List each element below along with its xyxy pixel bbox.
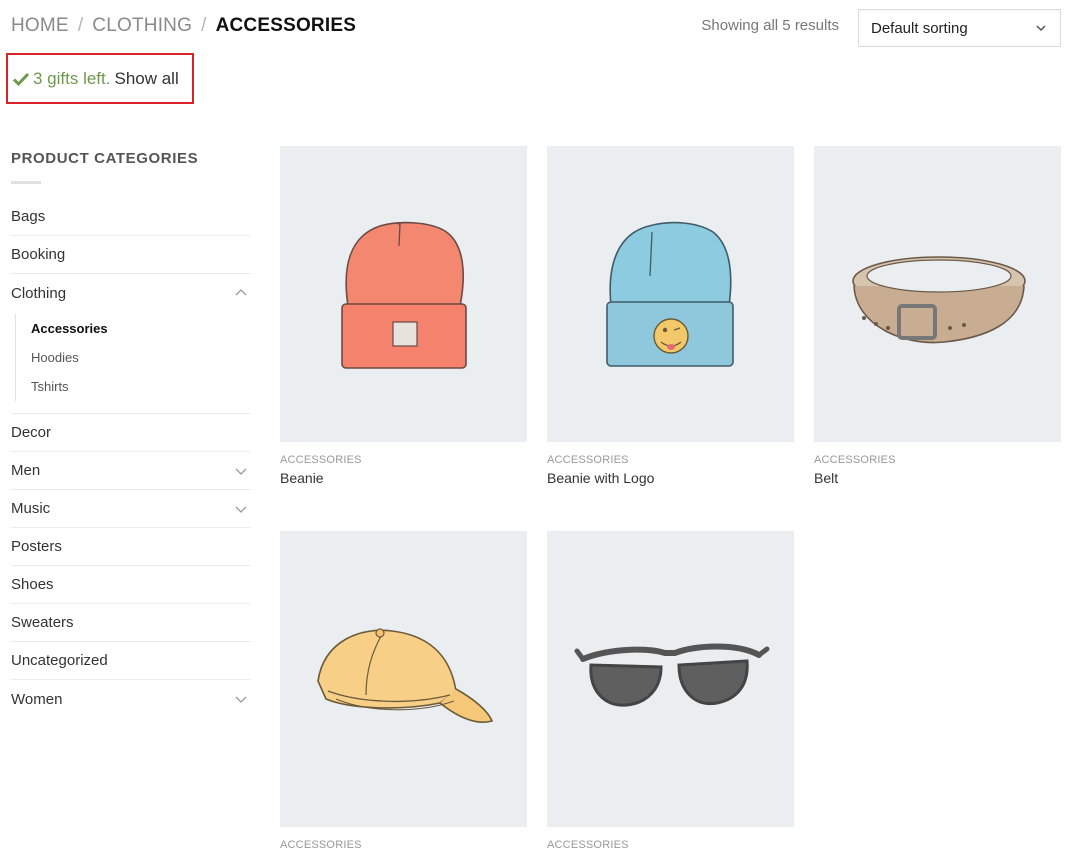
category-label: Posters	[11, 538, 62, 555]
category-label: Clothing	[11, 284, 67, 302]
category-item-women[interactable]: Women	[11, 680, 251, 718]
category-item-men[interactable]: Men	[11, 452, 251, 490]
category-item-bags[interactable]: Bags	[11, 198, 251, 236]
product-image[interactable]	[814, 146, 1061, 442]
category-item-shoes[interactable]: Shoes	[11, 566, 251, 604]
chevron-up-icon[interactable]	[234, 286, 248, 300]
category-label: Music	[11, 500, 51, 517]
cap-icon	[317, 628, 494, 723]
product-title[interactable]: Belt	[814, 470, 1061, 486]
product-category[interactable]: ACCESSORIES	[547, 454, 794, 466]
belt-icon	[852, 256, 1026, 344]
breadcrumb-home[interactable]: HOME	[11, 15, 69, 37]
sorting-select[interactable]: Default sorting	[858, 9, 1061, 47]
product-category[interactable]: ACCESSORIES	[280, 454, 527, 466]
category-label: Men	[11, 462, 41, 479]
category-label: Bags	[11, 208, 46, 225]
category-label: Women	[11, 690, 63, 708]
beanie-orange-icon	[341, 221, 467, 369]
subcategory-item-tshirts[interactable]: Tshirts	[31, 372, 251, 401]
sidebar: PRODUCT CATEGORIES Bags Booking Clothing…	[11, 150, 251, 718]
shop-page: HOME / CLOTHING / ACCESSORIES Showing al…	[0, 0, 1068, 854]
product-card[interactable]: ACCESSORIES	[547, 531, 794, 854]
category-label: Uncategorized	[11, 652, 108, 669]
product-category[interactable]: ACCESSORIES	[280, 839, 527, 851]
sorting-selected-value: Default sorting	[871, 19, 968, 37]
category-item-posters[interactable]: Posters	[11, 528, 251, 566]
subcategory-item-hoodies[interactable]: Hoodies	[31, 343, 251, 372]
breadcrumb-separator: /	[77, 15, 84, 36]
result-count: Showing all 5 results	[701, 17, 839, 34]
show-all-link[interactable]: Show all	[114, 69, 178, 89]
product-category[interactable]: ACCESSORIES	[814, 454, 1061, 466]
product-title[interactable]: Beanie with Logo	[547, 470, 794, 486]
product-image[interactable]	[547, 146, 794, 442]
sunglasses-icon	[574, 643, 770, 707]
subcategory-item-accessories[interactable]: Accessories	[31, 314, 251, 343]
product-card[interactable]: ACCESSORIES Belt	[814, 146, 1061, 486]
breadcrumb: HOME / CLOTHING / ACCESSORIES	[11, 15, 356, 37]
gifts-left-text: 3 gifts left.	[33, 68, 111, 88]
chevron-down-icon	[1036, 25, 1046, 32]
category-item-clothing[interactable]: Clothing	[11, 274, 251, 312]
product-title[interactable]: Beanie	[280, 470, 527, 486]
chevron-down-icon[interactable]	[234, 692, 248, 706]
gifts-notice: 3 gifts left. Show all	[6, 53, 194, 104]
category-label: Booking	[11, 246, 66, 263]
category-item-booking[interactable]: Booking	[11, 236, 251, 274]
category-label: Decor	[11, 424, 52, 441]
title-divider	[11, 181, 41, 184]
product-image[interactable]	[280, 531, 527, 827]
product-image[interactable]	[280, 146, 527, 442]
breadcrumb-current: ACCESSORIES	[215, 15, 357, 36]
product-card[interactable]: ACCESSORIES Beanie with Logo	[547, 146, 794, 486]
category-item-sweaters[interactable]: Sweaters	[11, 604, 251, 642]
product-category[interactable]: ACCESSORIES	[547, 839, 794, 851]
category-list: Bags Booking Clothing Accessories Hoodie…	[11, 198, 251, 718]
sidebar-title: PRODUCT CATEGORIES	[11, 150, 199, 167]
product-card[interactable]: ACCESSORIES Beanie	[280, 146, 527, 486]
check-icon	[12, 72, 30, 86]
chevron-down-icon[interactable]	[234, 464, 248, 478]
category-label: Sweaters	[11, 614, 74, 631]
breadcrumb-clothing[interactable]: CLOTHING	[92, 15, 192, 37]
product-card[interactable]: ACCESSORIES	[280, 531, 527, 854]
beanie-blue-logo-icon	[606, 221, 734, 367]
chevron-down-icon[interactable]	[234, 502, 248, 516]
category-item-music[interactable]: Music	[11, 490, 251, 528]
clothing-subcategories: Accessories Hoodies Tshirts	[11, 314, 251, 414]
category-item-uncategorized[interactable]: Uncategorized	[11, 642, 251, 680]
category-item-decor[interactable]: Decor	[11, 414, 251, 452]
breadcrumb-separator: /	[201, 15, 207, 36]
category-label: Shoes	[11, 576, 54, 593]
product-image[interactable]	[547, 531, 794, 827]
subcategory-list: Accessories Hoodies Tshirts	[15, 314, 251, 401]
